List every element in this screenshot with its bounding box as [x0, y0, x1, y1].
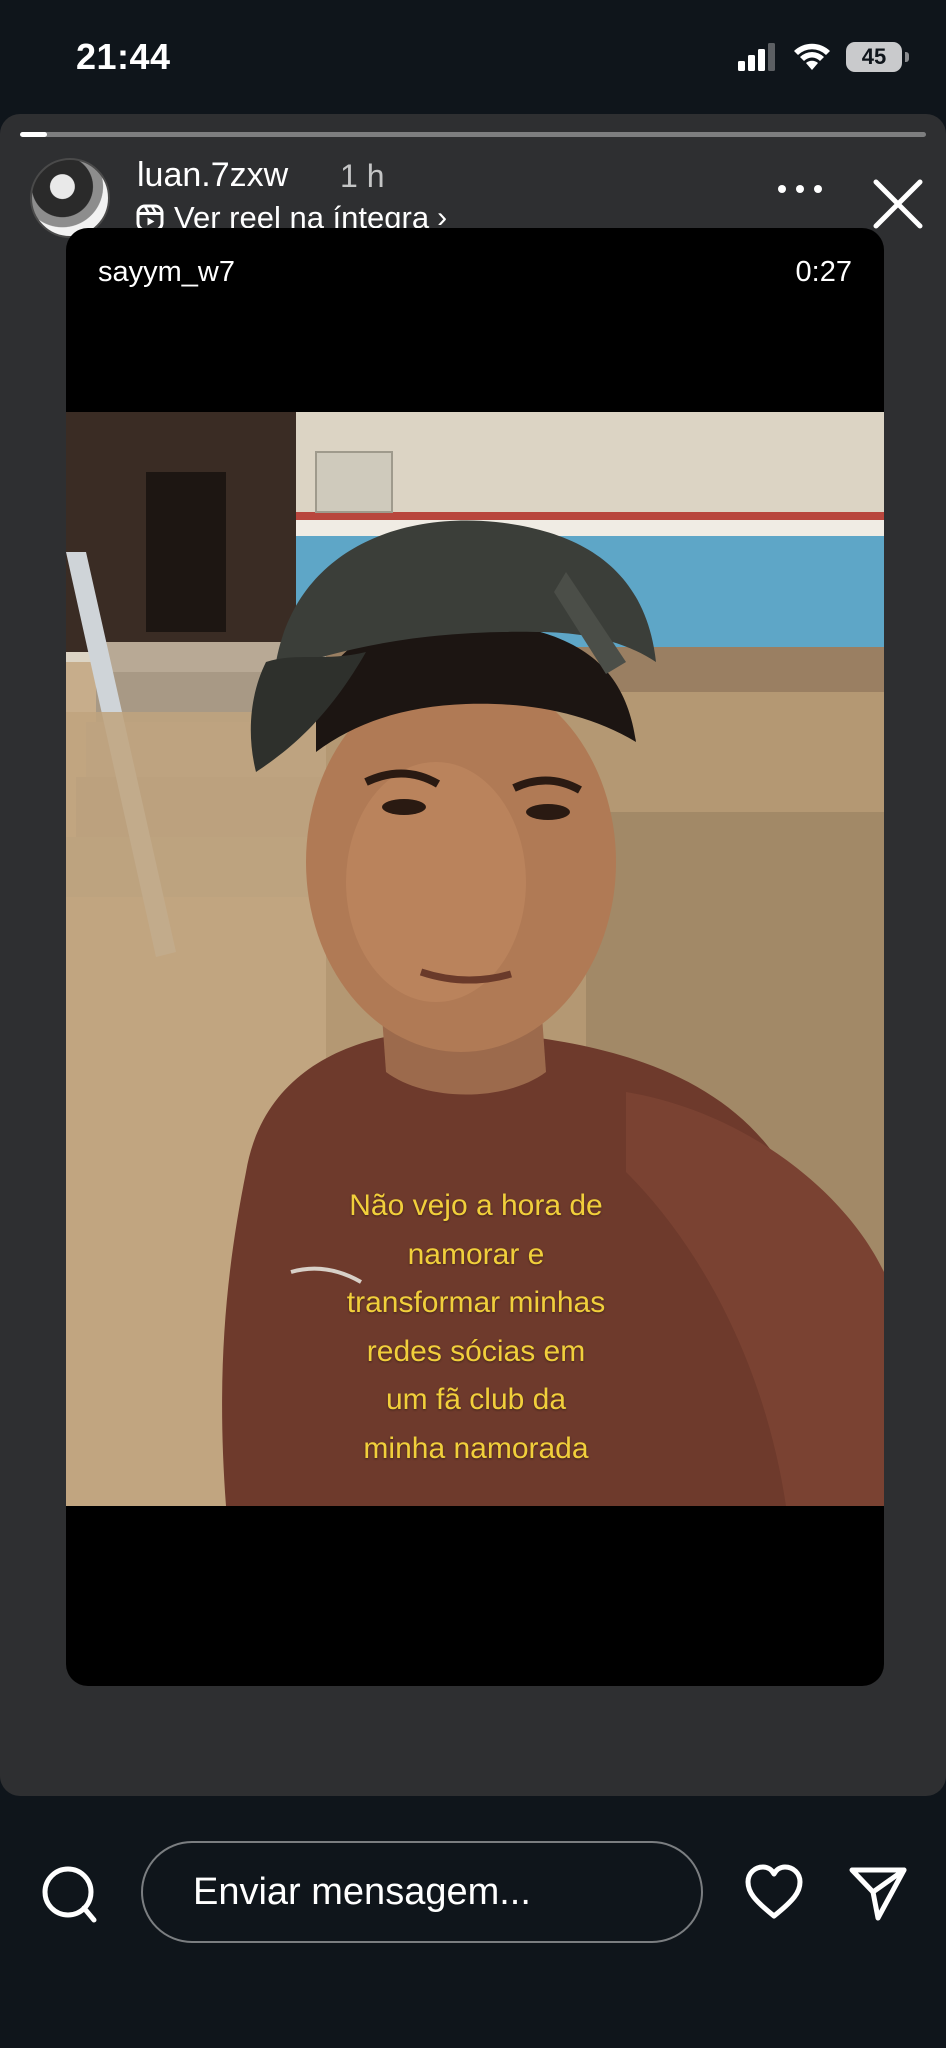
caption-line: minha namorada: [363, 1431, 589, 1465]
story-progress-bar: [20, 132, 926, 137]
cellular-signal-icon: [738, 43, 775, 71]
wifi-icon: [794, 43, 830, 70]
status-icons: 45: [738, 42, 909, 72]
battery-level: 45: [861, 44, 887, 69]
avatar[interactable]: [30, 158, 110, 238]
story-username[interactable]: luan.7zxw: [137, 156, 288, 195]
reel-duration: 0:27: [795, 256, 852, 288]
send-icon[interactable]: [848, 1862, 908, 1922]
caption-line: transformar minhas: [346, 1286, 606, 1319]
story-time-ago: 1 h: [340, 158, 385, 194]
close-icon[interactable]: [866, 172, 930, 236]
status-time: 21:44: [76, 36, 171, 77]
heart-icon[interactable]: [744, 1864, 804, 1920]
message-placeholder: Enviar mensagem...: [193, 1870, 531, 1913]
story-card[interactable]: luan.7zxw 1 h Ver reel na íntegra › sayy…: [0, 114, 946, 1796]
caption-line: redes sócias em: [366, 1334, 586, 1368]
battery-tip: [905, 52, 909, 62]
caption-line: namorar e: [407, 1237, 545, 1271]
caption-line: Não vejo a hora de: [349, 1189, 603, 1222]
reel-photo: Não vejo a hora de namorar e transformar…: [66, 412, 884, 1506]
caption-line: um fã club da: [385, 1383, 567, 1416]
status-bar: 21:44 45: [0, 0, 946, 110]
camera-icon[interactable]: [38, 1862, 100, 1924]
battery-icon: 45: [846, 42, 909, 72]
reel-preview[interactable]: sayym_w7 0:27 Não vejo a hora de namorar…: [66, 228, 884, 1686]
message-bar: Enviar mensagem...: [0, 1800, 946, 2048]
reel-caption: Não vejo a hora de namorar e transformar…: [226, 1182, 726, 1473]
more-options-icon[interactable]: [772, 174, 828, 204]
reel-author[interactable]: sayym_w7: [98, 256, 235, 289]
instagram-story-screen: 21:44 45 luan.7zxw 1 h Ver reel na ínteg…: [0, 0, 946, 2048]
message-input[interactable]: Enviar mensagem...: [141, 1841, 703, 1943]
story-progress-fill: [20, 132, 48, 137]
